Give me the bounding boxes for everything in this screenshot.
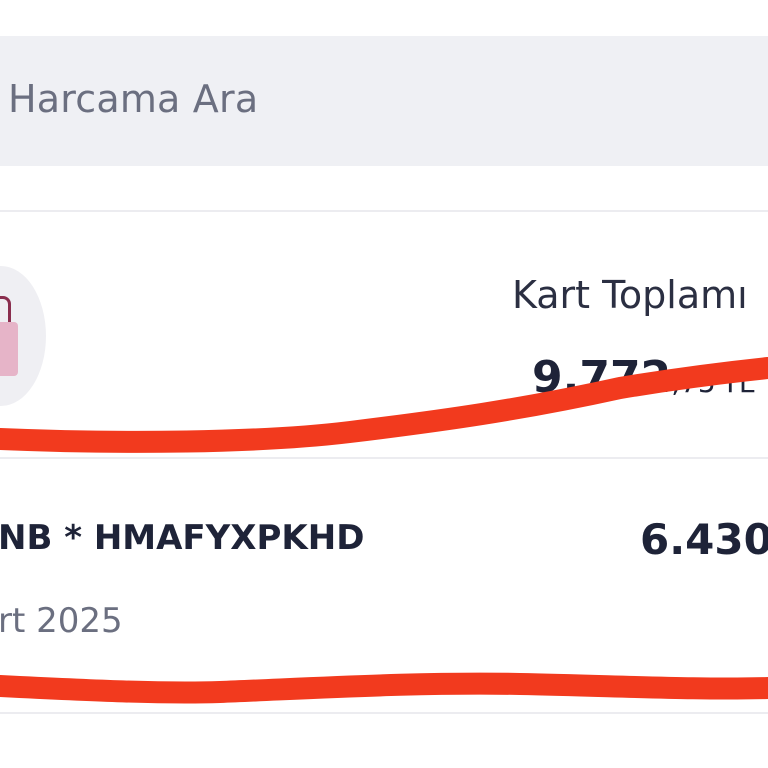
card-total-amount: 9.772,75 TL [532, 356, 754, 400]
card-total-amount-decimal: ,75 [671, 366, 716, 399]
shopping-bag-icon [0, 322, 18, 376]
expense-screen: Harcama Ara Kart Toplamı 9.772,75 TL NB *… [0, 0, 768, 768]
transaction-merchant[interactable]: NB * HMAFYXPKHD [0, 521, 364, 555]
transaction-date: rt 2025 [0, 601, 123, 641]
redaction-line-2 [0, 672, 768, 704]
card-total-amount-main: 9.772 [532, 352, 672, 403]
divider [0, 457, 768, 459]
transaction-amount[interactable]: 6.430 [640, 519, 768, 561]
divider [0, 210, 768, 212]
search-placeholder[interactable]: Harcama Ara [8, 80, 258, 118]
card-total-label: Kart Toplamı [512, 273, 748, 317]
card-total-currency: TL [721, 366, 755, 399]
divider [0, 712, 768, 714]
